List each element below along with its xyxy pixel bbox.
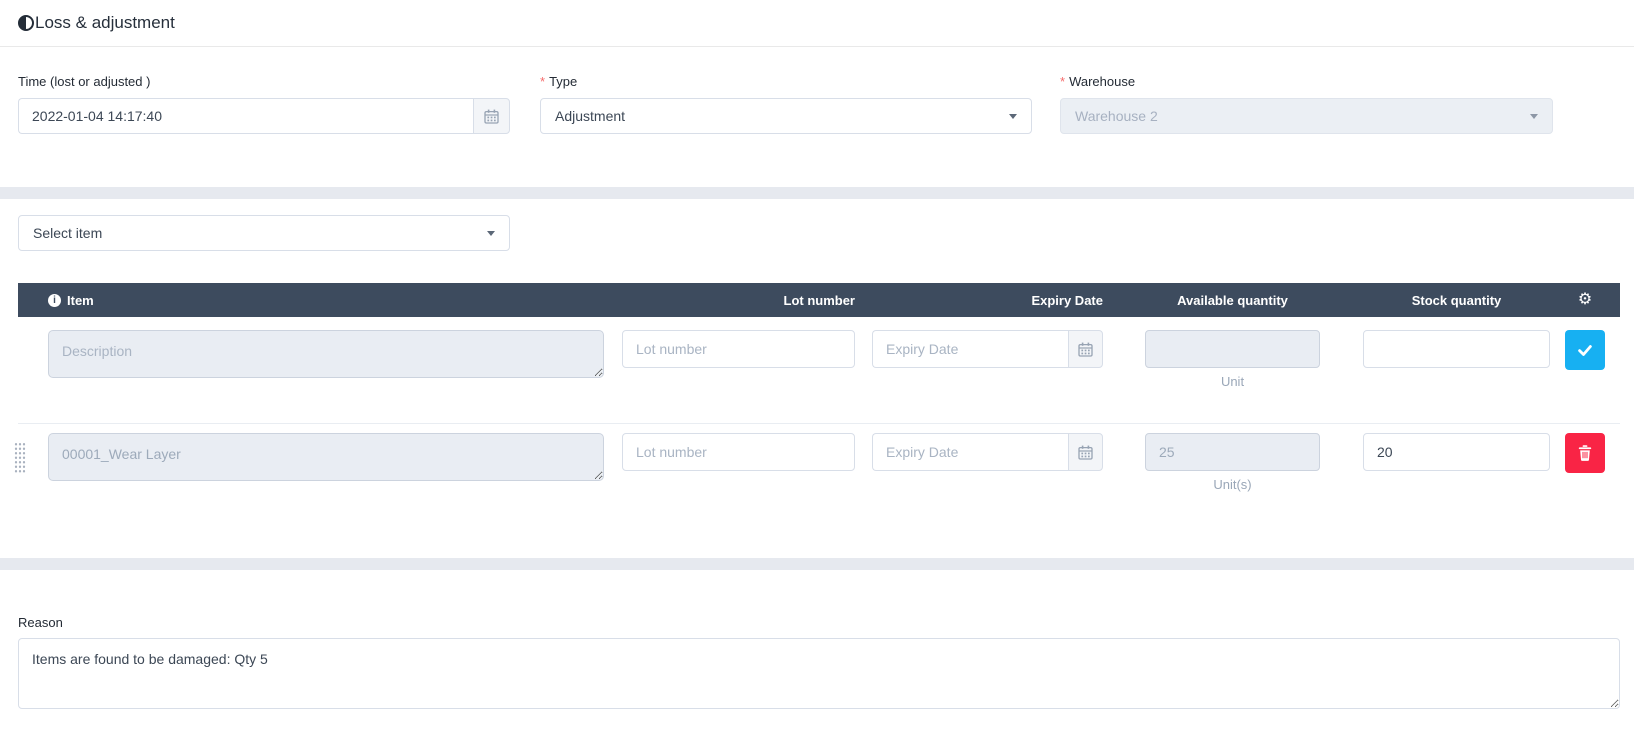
- header-expiry-date: Expiry Date: [1031, 292, 1103, 308]
- type-select-value: Adjustment: [555, 108, 626, 124]
- time-calendar-addon[interactable]: [473, 98, 510, 134]
- select-item-placeholder: Select item: [33, 225, 103, 241]
- section-divider-band: [0, 187, 1634, 199]
- stock-quantity-input[interactable]: [1363, 330, 1550, 368]
- adjust-half-circle-icon: [18, 15, 34, 31]
- expiry-calendar-addon[interactable]: [1068, 433, 1103, 471]
- calendar-icon: [1078, 445, 1093, 460]
- type-label-text: Type: [549, 74, 578, 89]
- reason-section: Reason Items are found to be damaged: Qt…: [0, 570, 1634, 714]
- expiry-date-input[interactable]: [872, 433, 1068, 471]
- required-asterisk: *: [1060, 74, 1066, 89]
- table-row-new: Unit: [18, 317, 1620, 423]
- confirm-row-button[interactable]: [1565, 330, 1605, 370]
- expiry-date-input[interactable]: [872, 330, 1068, 368]
- available-quantity-input: [1145, 433, 1320, 471]
- type-field-group: * Type Adjustment: [540, 74, 1032, 134]
- stock-quantity-input[interactable]: [1363, 433, 1550, 471]
- type-select[interactable]: Adjustment: [540, 98, 1032, 134]
- top-form: Time (lost or adjusted ) 2022-01-04 14:1…: [0, 47, 1634, 134]
- header-available-quantity: Available quantity: [1177, 292, 1288, 308]
- warehouse-select: Warehouse 2: [1060, 98, 1553, 134]
- cell-stock-quantity: [1363, 433, 1550, 471]
- cell-lot-number: [622, 433, 855, 471]
- calendar-icon: [1078, 342, 1093, 357]
- cell-lot-number: [622, 330, 855, 368]
- item-picker-section: Select item: [0, 199, 1634, 251]
- reason-textarea[interactable]: Items are found to be damaged: Qty 5: [18, 638, 1620, 709]
- select-item-dropdown[interactable]: Select item: [18, 215, 510, 251]
- page-title: Loss & adjustment: [35, 13, 175, 32]
- warehouse-select-value: Warehouse 2: [1075, 108, 1158, 124]
- available-quantity-input: [1145, 330, 1320, 368]
- header-item: i Item: [18, 293, 604, 308]
- item-textarea: 00001_Wear Layer: [48, 433, 604, 481]
- cell-description: [18, 330, 604, 378]
- page-header: Loss & adjustment: [0, 0, 1634, 47]
- cell-stock-quantity: [1363, 330, 1550, 368]
- time-input[interactable]: [18, 98, 473, 134]
- lot-number-input[interactable]: [622, 433, 855, 471]
- cell-expiry-date: [872, 330, 1103, 368]
- unit-label: Unit: [1220, 374, 1245, 389]
- info-icon: i: [48, 293, 61, 307]
- calendar-icon: [484, 109, 499, 124]
- section-divider-band: [0, 558, 1634, 570]
- type-label: * Type: [540, 74, 1032, 89]
- chevron-down-icon: [1009, 113, 1017, 119]
- chevron-down-icon: [1530, 113, 1538, 119]
- table-header-row: i Item Lot number Expiry Date Available …: [18, 283, 1620, 317]
- table-row-item: 00001_Wear Layer Lot number Expiry Date …: [14, 423, 1620, 514]
- cell-available-quantity: Unit: [1145, 330, 1320, 389]
- cell-available-quantity: Unit(s): [1145, 433, 1320, 492]
- reason-label: Reason: [18, 615, 63, 630]
- trash-icon: [1578, 445, 1592, 461]
- unit-label: Unit(s): [1213, 477, 1252, 492]
- check-icon: [1578, 345, 1592, 356]
- time-field-group: Time (lost or adjusted ): [18, 74, 510, 134]
- items-table: i Item Lot number Expiry Date Available …: [14, 283, 1620, 514]
- header-stock-quantity: Stock quantity: [1411, 292, 1502, 308]
- chevron-down-icon: [487, 230, 495, 236]
- gear-icon[interactable]: ⚙︎: [1578, 292, 1592, 308]
- cell-expiry-date: [872, 433, 1103, 471]
- warehouse-field-group: * Warehouse Warehouse 2: [1060, 74, 1553, 134]
- description-textarea: [48, 330, 604, 378]
- expiry-calendar-addon[interactable]: [1068, 330, 1103, 368]
- lot-number-input[interactable]: [622, 330, 855, 368]
- warehouse-label: * Warehouse: [1060, 74, 1553, 89]
- required-asterisk: *: [540, 74, 546, 89]
- cell-item: 00001_Wear Layer: [18, 433, 604, 481]
- delete-row-button[interactable]: [1565, 433, 1605, 473]
- warehouse-label-text: Warehouse: [1069, 74, 1136, 89]
- header-lot-number: Lot number: [783, 292, 856, 308]
- time-label: Time (lost or adjusted ): [18, 74, 151, 89]
- drag-handle[interactable]: [14, 442, 26, 474]
- header-item-label: Item: [67, 292, 94, 308]
